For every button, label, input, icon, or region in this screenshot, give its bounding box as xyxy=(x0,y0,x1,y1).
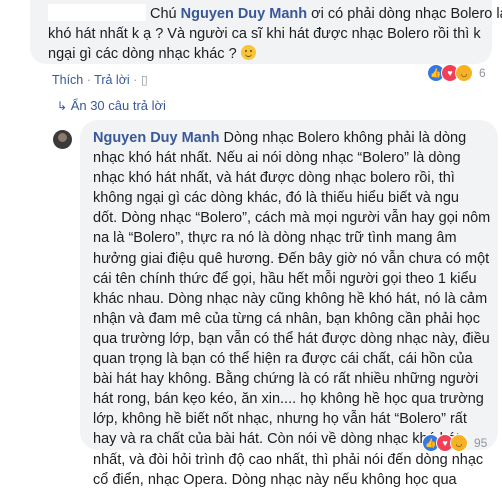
comment-2-text-line: lớp, không hề biết nốt nhạc, nhưng họ vẫ… xyxy=(93,411,467,428)
comment-2-line-1: Nguyen Duy Manh Dòng nhạc Bolero không p… xyxy=(93,128,493,148)
comment-2-text-line: nhạc khó hát nhất. Nếu ai nói dòng nhạc … xyxy=(93,150,461,167)
comment-1-text-line-1: ơi có phải dòng nhạc Bolero là xyxy=(307,6,502,22)
comment-1-text-line-3: ngại gì các dòng nhạc khác ? xyxy=(48,46,237,62)
comment-2-text-line: qua trường lớp, bạn vẫn có thể hát được … xyxy=(93,330,490,347)
comment-2-text-line: khác nhau. Dòng nhạc này cũng không hề k… xyxy=(93,290,488,307)
redacted-author-block xyxy=(48,4,146,21)
comment-1-line-1: Chú Nguyen Duy Manh ơi có phải dòng nhạc… xyxy=(150,4,502,24)
comment-2-text-line: quan trọng là bạn có thể hiện ra được cá… xyxy=(93,351,473,368)
action-separator: · xyxy=(86,73,91,87)
comment-2-text-line: không ngại gì các dòng khác, đó là thiếu… xyxy=(93,190,459,207)
comment-2-text-line: nhất, và đòi hỏi trình độ cao nhất, thì … xyxy=(93,451,484,468)
comment-1-line-2: khó hát nhất k ạ ? Và người ca sĩ khi há… xyxy=(48,24,481,44)
reply-arrow-icon: ↳ xyxy=(57,99,68,113)
hide-replies-label: Ẩn 30 câu trả lời xyxy=(70,98,166,113)
comment-2-text-line-1: Dòng nhạc Bolero không phải là dòng xyxy=(219,130,467,146)
mention-author-link[interactable]: Nguyen Duy Manh xyxy=(181,6,307,22)
like-link[interactable]: Thích xyxy=(52,73,83,87)
comment-1-text-line-2: khó hát nhất k ạ ? Và người ca sĩ khi há… xyxy=(48,26,481,42)
haha-reaction-icon: ◡ xyxy=(450,434,468,452)
comment-2-author-link[interactable]: Nguyen Duy Manh xyxy=(93,130,219,146)
action-separator: · xyxy=(133,73,138,87)
comment-2-text-line: hát rong, bán kẹo kéo, ăn xin.... họ khô… xyxy=(93,391,484,408)
comment-1-actions: Thích · Trả lời · ▯ xyxy=(52,72,148,87)
comment-2-text-line: cổ điển, nhạc Opera. Dòng nhạc này nếu k… xyxy=(93,471,457,488)
comment-2-text-line: bài hát hay không. Bằng chứng là có rất … xyxy=(93,371,479,388)
comment-2-text-line: nhận và đam mê của từng cá nhân, bạn khô… xyxy=(93,310,480,327)
smile-emoji-icon xyxy=(240,45,256,60)
comment-2-text-line: hưởng giai điệu quê hương. Đến bây giờ n… xyxy=(93,250,490,267)
comment-2-text-line: dốt. Dòng nhạc “Bolero”, cách mà mọi ngư… xyxy=(93,210,491,227)
comment-1-reactions[interactable]: 👍 ♥ ◡ 6 xyxy=(427,64,486,82)
comment-2-text-line: na là “Bolero”, thực ra nó là dòng nhạc … xyxy=(93,230,457,247)
haha-reaction-icon: ◡ xyxy=(455,64,473,82)
comment-2-text-line: cái tên chính thức để gọi, hầu hết mỗi n… xyxy=(93,270,477,287)
avatar[interactable] xyxy=(53,130,72,149)
timestamp-redacted: ▯ xyxy=(140,73,148,87)
comment-2-reactions[interactable]: 👍 ♥ ◡ 95 xyxy=(422,434,487,452)
reply-link[interactable]: Trả lời xyxy=(94,73,130,87)
hide-replies-toggle[interactable]: ↳ Ẩn 30 câu trả lời xyxy=(57,98,166,113)
comment-1-reaction-count: 6 xyxy=(479,66,486,80)
comment-2-reaction-count: 95 xyxy=(474,436,488,450)
comment-1-line-3: ngại gì các dòng nhạc khác ? xyxy=(48,44,256,64)
comment-1-author-prefix: Chú xyxy=(150,6,181,22)
comment-2-text-line: nhạc khó hát nhất, và hát được dòng nhạc… xyxy=(93,170,455,187)
